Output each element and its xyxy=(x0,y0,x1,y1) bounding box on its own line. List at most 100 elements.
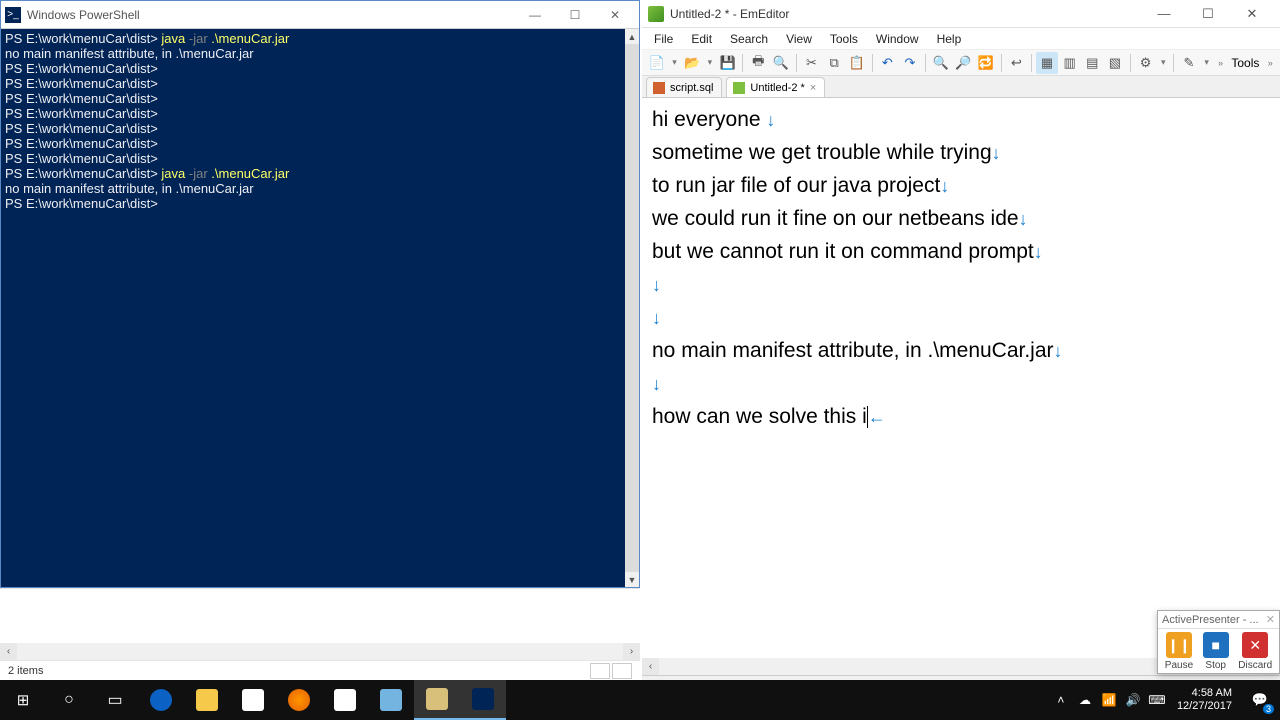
replace-icon[interactable]: 🔁 xyxy=(975,52,997,74)
view-mode-4-icon[interactable]: ▧ xyxy=(1104,52,1126,74)
document-tab[interactable]: script.sql xyxy=(646,77,722,97)
explorer-pane[interactable] xyxy=(0,589,640,643)
new-file-icon[interactable]: 📄 xyxy=(646,52,668,74)
dropdown-icon[interactable]: ▾ xyxy=(1157,57,1169,68)
start-button[interactable]: ⊞ xyxy=(0,680,46,720)
maximize-button[interactable]: ☐ xyxy=(1186,1,1230,27)
taskbar-notepad[interactable] xyxy=(414,680,460,720)
notification-center-button[interactable]: 💬3 xyxy=(1240,680,1280,720)
clock-date: 12/27/2017 xyxy=(1177,700,1232,713)
view-details-button[interactable] xyxy=(590,663,610,679)
powershell-scrollbar[interactable]: ▲ ▼ xyxy=(625,29,639,587)
stop-label: Stop xyxy=(1205,660,1226,671)
paste-icon[interactable]: 📋 xyxy=(846,52,868,74)
taskview-button[interactable]: ▭ xyxy=(92,680,138,720)
activepresenter-widget[interactable]: ActivePresenter - ... ✕ ❙❙ Pause ■ Stop … xyxy=(1157,610,1280,674)
tools-menu-button[interactable]: Tools xyxy=(1227,56,1263,70)
discard-label: Discard xyxy=(1238,660,1272,671)
stop-icon: ■ xyxy=(1203,632,1229,658)
tray-expand-icon[interactable]: ˄ xyxy=(1049,680,1073,720)
powershell-window: >_ Windows PowerShell — ☐ ✕ PS E:\work\m… xyxy=(0,0,640,588)
scroll-track[interactable] xyxy=(625,44,639,572)
discard-icon: ✕ xyxy=(1242,632,1268,658)
find-next-icon[interactable]: 🔎 xyxy=(952,52,974,74)
menu-edit[interactable]: Edit xyxy=(683,30,720,48)
dropdown-icon[interactable]: ▾ xyxy=(1201,57,1213,68)
scroll-up-button[interactable]: ▲ xyxy=(625,29,639,44)
taskbar-explorer[interactable] xyxy=(184,680,230,720)
taskbar-clock[interactable]: 4:58 AM 12/27/2017 xyxy=(1169,687,1240,713)
wrap-icon[interactable]: ↩ xyxy=(1006,52,1028,74)
menu-window[interactable]: Window xyxy=(868,30,927,48)
powershell-output[interactable]: PS E:\work\menuCar\dist> java -jar .\men… xyxy=(1,29,625,587)
close-icon[interactable]: ✕ xyxy=(1266,613,1275,626)
tray-volume-icon[interactable]: 🔊 xyxy=(1121,680,1145,720)
explorer-hscroll[interactable]: ‹ › xyxy=(0,643,640,660)
copy-icon[interactable]: ⧉ xyxy=(823,52,845,74)
cut-icon[interactable]: ✂ xyxy=(801,52,823,74)
taskbar-mail[interactable] xyxy=(322,680,368,720)
taskbar-powershell[interactable] xyxy=(460,680,506,720)
toolbar-overflow-icon[interactable]: » xyxy=(1264,58,1276,68)
undo-icon[interactable]: ↶ xyxy=(877,52,899,74)
view-icons-button[interactable] xyxy=(612,663,632,679)
pause-label: Pause xyxy=(1165,660,1193,671)
print-preview-icon[interactable]: 🔍 xyxy=(770,52,792,74)
activepresenter-title[interactable]: ActivePresenter - ... ✕ xyxy=(1158,611,1279,629)
explorer-item-count: 2 items xyxy=(8,665,43,677)
menu-tools[interactable]: Tools xyxy=(822,30,866,48)
minimize-button[interactable]: — xyxy=(515,3,555,27)
find-icon[interactable]: 🔍 xyxy=(930,52,952,74)
taskbar-app1[interactable] xyxy=(368,680,414,720)
tab-label: Untitled-2 * xyxy=(750,82,804,94)
scroll-down-button[interactable]: ▼ xyxy=(625,572,639,587)
taskbar-store[interactable] xyxy=(230,680,276,720)
taskbar-firefox[interactable] xyxy=(276,680,322,720)
tray-onedrive-icon[interactable]: ☁ xyxy=(1073,680,1097,720)
hscroll-left-button[interactable]: ‹ xyxy=(642,658,659,675)
discard-button[interactable]: ✕ Discard xyxy=(1238,632,1272,671)
close-tab-icon[interactable]: × xyxy=(810,82,816,94)
explorer-strip: ‹ › 2 items xyxy=(0,588,640,680)
hscroll-left-button[interactable]: ‹ xyxy=(0,643,17,660)
document-tab[interactable]: Untitled-2 * × xyxy=(726,77,825,97)
view-mode-1-icon[interactable]: ▦ xyxy=(1036,52,1058,74)
emeditor-menubar: FileEditSearchViewToolsWindowHelp xyxy=(642,28,1280,50)
menu-view[interactable]: View xyxy=(778,30,820,48)
pause-button[interactable]: ❙❙ Pause xyxy=(1165,632,1193,671)
tab-label: script.sql xyxy=(670,82,713,94)
print-icon[interactable]: 🖶 xyxy=(747,52,769,74)
menu-file[interactable]: File xyxy=(646,30,681,48)
emeditor-tabbar: script.sql Untitled-2 * × xyxy=(642,76,1280,98)
view-mode-2-icon[interactable]: ▥ xyxy=(1059,52,1081,74)
close-button[interactable]: ✕ xyxy=(1230,1,1274,27)
emeditor-icon xyxy=(648,6,664,22)
document-content[interactable]: hi everyone ↓ sometime we get trouble wh… xyxy=(642,98,1280,440)
stop-button[interactable]: ■ Stop xyxy=(1203,632,1229,671)
save-icon[interactable]: 💾 xyxy=(717,52,739,74)
tray-network-icon[interactable]: 📶 xyxy=(1097,680,1121,720)
hscroll-right-button[interactable]: › xyxy=(623,643,640,660)
cortana-button[interactable]: ○ xyxy=(46,680,92,720)
menu-help[interactable]: Help xyxy=(929,30,970,48)
view-mode-3-icon[interactable]: ▤ xyxy=(1082,52,1104,74)
taskbar-edge[interactable] xyxy=(138,680,184,720)
menu-search[interactable]: Search xyxy=(722,30,776,48)
redo-icon[interactable]: ↷ xyxy=(899,52,921,74)
close-button[interactable]: ✕ xyxy=(595,3,635,27)
emeditor-toolbar: 📄▾ 📂▾ 💾 🖶 🔍 ✂ ⧉ 📋 ↶ ↷ 🔍 🔎 🔁 ↩ ▦ ▥ ▤ ▧ ⚙▾… xyxy=(642,50,1280,76)
toolbar-overflow-icon[interactable]: » xyxy=(1215,58,1227,68)
config-icon[interactable]: ⚙ xyxy=(1135,52,1157,74)
powershell-titlebar[interactable]: >_ Windows PowerShell — ☐ ✕ xyxy=(1,1,639,29)
maximize-button[interactable]: ☐ xyxy=(555,3,595,27)
pause-icon: ❙❙ xyxy=(1166,632,1192,658)
minimize-button[interactable]: — xyxy=(1142,1,1186,27)
emeditor-editor[interactable]: hi everyone ↓ sometime we get trouble wh… xyxy=(642,98,1280,658)
macro-icon[interactable]: ✎ xyxy=(1178,52,1200,74)
file-icon xyxy=(653,82,665,94)
open-file-icon[interactable]: 📂 xyxy=(681,52,703,74)
tray-language-icon[interactable]: ⌨ xyxy=(1145,680,1169,720)
dropdown-icon[interactable]: ▾ xyxy=(704,57,716,68)
emeditor-titlebar[interactable]: Untitled-2 * - EmEditor — ☐ ✕ xyxy=(642,0,1280,28)
dropdown-icon[interactable]: ▾ xyxy=(669,57,681,68)
